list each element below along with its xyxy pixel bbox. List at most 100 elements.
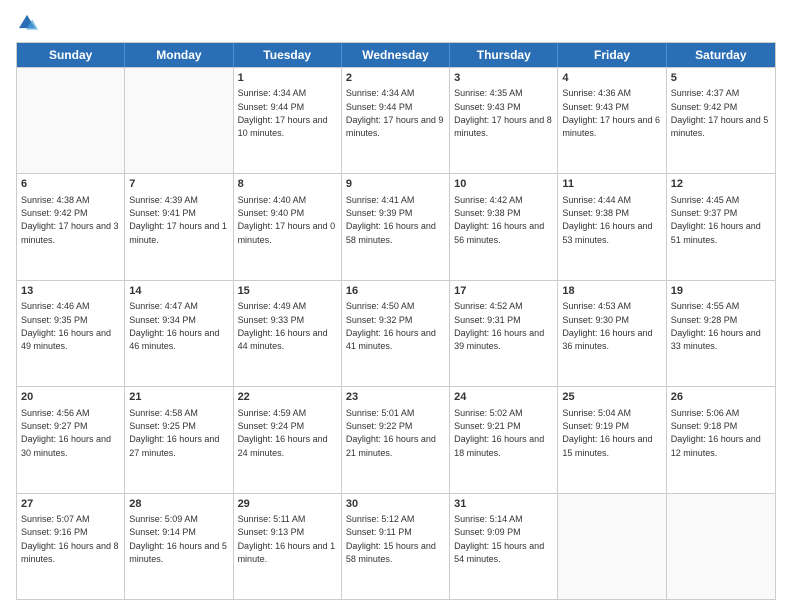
calendar-row-0: 1 Sunrise: 4:34 AM Sunset: 9:44 PM Daylig…	[17, 67, 775, 173]
day-number: 30	[346, 497, 445, 512]
day-number: 11	[562, 177, 661, 192]
calendar-cell	[17, 68, 125, 173]
day-number: 31	[454, 497, 553, 512]
day-number: 19	[671, 284, 771, 299]
calendar-cell: 6 Sunrise: 4:38 AM Sunset: 9:42 PM Daylig…	[17, 174, 125, 279]
day-number: 9	[346, 177, 445, 192]
day-info: Sunrise: 5:04 AM Sunset: 9:19 PM Dayligh…	[562, 408, 652, 458]
day-info: Sunrise: 4:52 AM Sunset: 9:31 PM Dayligh…	[454, 301, 544, 351]
day-info: Sunrise: 4:40 AM Sunset: 9:40 PM Dayligh…	[238, 195, 336, 245]
day-number: 27	[21, 497, 120, 512]
day-info: Sunrise: 4:49 AM Sunset: 9:33 PM Dayligh…	[238, 301, 328, 351]
calendar-cell: 22 Sunrise: 4:59 AM Sunset: 9:24 PM Dayli…	[234, 387, 342, 492]
calendar-cell: 1 Sunrise: 4:34 AM Sunset: 9:44 PM Daylig…	[234, 68, 342, 173]
day-info: Sunrise: 5:01 AM Sunset: 9:22 PM Dayligh…	[346, 408, 436, 458]
day-number: 26	[671, 390, 771, 405]
day-number: 20	[21, 390, 120, 405]
day-number: 25	[562, 390, 661, 405]
calendar-cell: 24 Sunrise: 5:02 AM Sunset: 9:21 PM Dayli…	[450, 387, 558, 492]
day-info: Sunrise: 4:42 AM Sunset: 9:38 PM Dayligh…	[454, 195, 544, 245]
day-number: 24	[454, 390, 553, 405]
day-info: Sunrise: 4:56 AM Sunset: 9:27 PM Dayligh…	[21, 408, 111, 458]
calendar-row-3: 20 Sunrise: 4:56 AM Sunset: 9:27 PM Dayli…	[17, 386, 775, 492]
day-number: 29	[238, 497, 337, 512]
calendar-cell: 30 Sunrise: 5:12 AM Sunset: 9:11 PM Dayli…	[342, 494, 450, 599]
day-info: Sunrise: 4:37 AM Sunset: 9:42 PM Dayligh…	[671, 88, 769, 138]
day-info: Sunrise: 4:53 AM Sunset: 9:30 PM Dayligh…	[562, 301, 652, 351]
day-info: Sunrise: 5:02 AM Sunset: 9:21 PM Dayligh…	[454, 408, 544, 458]
day-info: Sunrise: 5:09 AM Sunset: 9:14 PM Dayligh…	[129, 514, 227, 564]
day-info: Sunrise: 4:50 AM Sunset: 9:32 PM Dayligh…	[346, 301, 436, 351]
day-number: 28	[129, 497, 228, 512]
day-number: 4	[562, 71, 661, 86]
day-number: 17	[454, 284, 553, 299]
calendar-cell: 11 Sunrise: 4:44 AM Sunset: 9:38 PM Dayli…	[558, 174, 666, 279]
calendar-cell: 13 Sunrise: 4:46 AM Sunset: 9:35 PM Dayli…	[17, 281, 125, 386]
day-info: Sunrise: 4:39 AM Sunset: 9:41 PM Dayligh…	[129, 195, 227, 245]
calendar-cell: 9 Sunrise: 4:41 AM Sunset: 9:39 PM Daylig…	[342, 174, 450, 279]
calendar-cell: 23Sunrise: 5:01 AM Sunset: 9:22 PM Dayli…	[342, 387, 450, 492]
day-info: Sunrise: 4:45 AM Sunset: 9:37 PM Dayligh…	[671, 195, 761, 245]
calendar-cell: 27 Sunrise: 5:07 AM Sunset: 9:16 PM Dayli…	[17, 494, 125, 599]
day-info: Sunrise: 5:07 AM Sunset: 9:16 PM Dayligh…	[21, 514, 119, 564]
calendar-cell: 15 Sunrise: 4:49 AM Sunset: 9:33 PM Dayli…	[234, 281, 342, 386]
calendar-cell: 3 Sunrise: 4:35 AM Sunset: 9:43 PM Daylig…	[450, 68, 558, 173]
day-number: 22	[238, 390, 337, 405]
calendar-row-2: 13 Sunrise: 4:46 AM Sunset: 9:35 PM Dayli…	[17, 280, 775, 386]
day-info: Sunrise: 4:36 AM Sunset: 9:43 PM Dayligh…	[562, 88, 660, 138]
day-info: Sunrise: 4:46 AM Sunset: 9:35 PM Dayligh…	[21, 301, 111, 351]
calendar-cell	[558, 494, 666, 599]
day-info: Sunrise: 4:41 AM Sunset: 9:39 PM Dayligh…	[346, 195, 436, 245]
day-number: 8	[238, 177, 337, 192]
header-day-monday: Monday	[125, 43, 233, 67]
day-number: 14	[129, 284, 228, 299]
day-info: Sunrise: 4:47 AM Sunset: 9:34 PM Dayligh…	[129, 301, 219, 351]
calendar-cell: 8 Sunrise: 4:40 AM Sunset: 9:40 PM Daylig…	[234, 174, 342, 279]
day-number: 6	[21, 177, 120, 192]
calendar-cell: 20 Sunrise: 4:56 AM Sunset: 9:27 PM Dayli…	[17, 387, 125, 492]
calendar-cell	[125, 68, 233, 173]
day-number: 15	[238, 284, 337, 299]
calendar-cell: 31 Sunrise: 5:14 AM Sunset: 9:09 PM Dayli…	[450, 494, 558, 599]
calendar: SundayMondayTuesdayWednesdayThursdayFrid…	[16, 42, 776, 600]
calendar-cell: 14 Sunrise: 4:47 AM Sunset: 9:34 PM Dayli…	[125, 281, 233, 386]
calendar-cell	[667, 494, 775, 599]
header-day-tuesday: Tuesday	[234, 43, 342, 67]
calendar-cell: 2 Sunrise: 4:34 AM Sunset: 9:44 PM Daylig…	[342, 68, 450, 173]
day-info: Sunrise: 4:35 AM Sunset: 9:43 PM Dayligh…	[454, 88, 552, 138]
day-info: Sunrise: 4:44 AM Sunset: 9:38 PM Dayligh…	[562, 195, 652, 245]
logo-icon	[16, 12, 38, 34]
day-number: 10	[454, 177, 553, 192]
day-info: Sunrise: 5:14 AM Sunset: 9:09 PM Dayligh…	[454, 514, 544, 564]
day-info: Sunrise: 5:06 AM Sunset: 9:18 PM Dayligh…	[671, 408, 761, 458]
day-info: Sunrise: 4:58 AM Sunset: 9:25 PM Dayligh…	[129, 408, 219, 458]
day-number: 18	[562, 284, 661, 299]
calendar-cell: 10 Sunrise: 4:42 AM Sunset: 9:38 PM Dayli…	[450, 174, 558, 279]
calendar-body: 1 Sunrise: 4:34 AM Sunset: 9:44 PM Daylig…	[17, 67, 775, 599]
day-info: Sunrise: 4:55 AM Sunset: 9:28 PM Dayligh…	[671, 301, 761, 351]
header-day-sunday: Sunday	[17, 43, 125, 67]
day-info: Sunrise: 4:38 AM Sunset: 9:42 PM Dayligh…	[21, 195, 119, 245]
day-info: Sunrise: 4:34 AM Sunset: 9:44 PM Dayligh…	[238, 88, 328, 138]
calendar-cell: 28 Sunrise: 5:09 AM Sunset: 9:14 PM Dayli…	[125, 494, 233, 599]
day-number: 5	[671, 71, 771, 86]
calendar-header: SundayMondayTuesdayWednesdayThursdayFrid…	[17, 43, 775, 67]
day-number: 7	[129, 177, 228, 192]
header-day-thursday: Thursday	[450, 43, 558, 67]
day-info: Sunrise: 4:34 AM Sunset: 9:44 PM Dayligh…	[346, 88, 444, 138]
logo	[16, 12, 42, 34]
day-number: 13	[21, 284, 120, 299]
day-info: Sunrise: 4:59 AM Sunset: 9:24 PM Dayligh…	[238, 408, 328, 458]
header-day-friday: Friday	[558, 43, 666, 67]
day-number: 1	[238, 71, 337, 86]
calendar-cell: 19 Sunrise: 4:55 AM Sunset: 9:28 PM Dayli…	[667, 281, 775, 386]
calendar-cell: 12Sunrise: 4:45 AM Sunset: 9:37 PM Dayli…	[667, 174, 775, 279]
calendar-cell: 21Sunrise: 4:58 AM Sunset: 9:25 PM Dayli…	[125, 387, 233, 492]
calendar-row-4: 27 Sunrise: 5:07 AM Sunset: 9:16 PM Dayli…	[17, 493, 775, 599]
day-number: 2	[346, 71, 445, 86]
calendar-cell: 17 Sunrise: 4:52 AM Sunset: 9:31 PM Dayli…	[450, 281, 558, 386]
header-day-wednesday: Wednesday	[342, 43, 450, 67]
calendar-cell: 5 Sunrise: 4:37 AM Sunset: 9:42 PM Daylig…	[667, 68, 775, 173]
day-number: 3	[454, 71, 553, 86]
day-info: Sunrise: 5:12 AM Sunset: 9:11 PM Dayligh…	[346, 514, 436, 564]
